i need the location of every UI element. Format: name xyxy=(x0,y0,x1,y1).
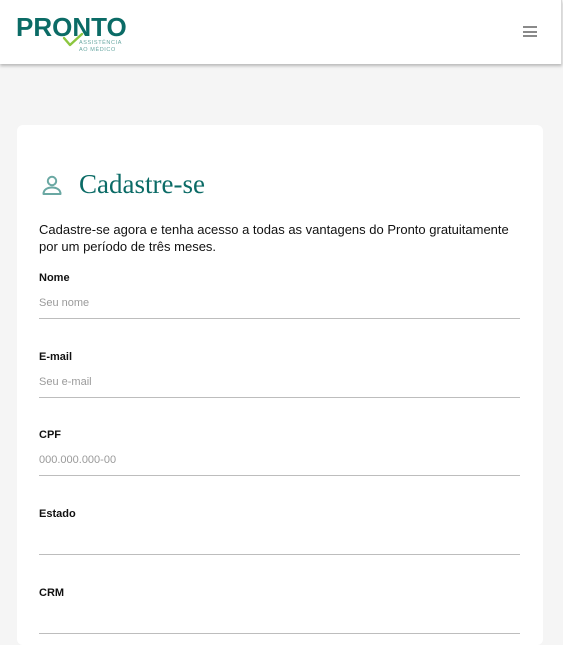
user-icon xyxy=(42,175,62,195)
cpf-input[interactable] xyxy=(39,453,520,476)
logo-tagline-1: ASSISTÊNCIA xyxy=(79,40,122,46)
crm-field-group: CRM xyxy=(39,587,520,634)
logo-tagline-2: AO MÉDICO xyxy=(79,47,116,53)
pronto-logo[interactable]: PRONTO ASSISTÊNCIA AO MÉDICO xyxy=(16,12,127,56)
name-label: Nome xyxy=(39,272,70,284)
name-field-group: Nome xyxy=(39,272,520,319)
email-input[interactable] xyxy=(39,375,520,398)
state-select[interactable] xyxy=(39,532,520,555)
top-header: PRONTO ASSISTÊNCIA AO MÉDICO xyxy=(0,0,562,64)
state-label: Estado xyxy=(39,508,76,520)
page-title: Cadastre-se xyxy=(79,169,205,199)
crm-input[interactable] xyxy=(39,611,520,634)
cpf-label: CPF xyxy=(39,429,61,441)
cpf-field-group: CPF xyxy=(39,429,520,476)
state-field-group: Estado xyxy=(39,508,520,555)
intro-text: Cadastre-se agora e tenha acesso a todas… xyxy=(39,222,509,254)
hamburger-icon[interactable] xyxy=(523,26,537,38)
name-input[interactable] xyxy=(39,296,520,319)
signup-card: Cadastre-se Cadastre-se agora e tenha ac… xyxy=(17,125,543,645)
crm-label: CRM xyxy=(39,587,65,599)
email-field-group: E-mail xyxy=(39,351,520,398)
email-label: E-mail xyxy=(39,351,73,363)
